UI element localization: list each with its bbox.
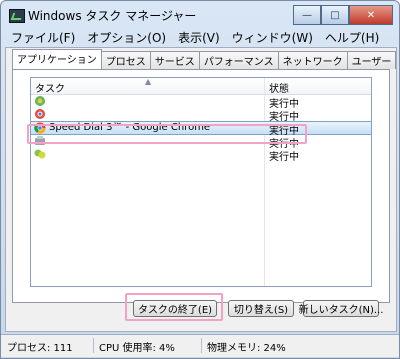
menu-view[interactable]: 表示(V)	[178, 29, 220, 47]
process-count: プロセス: 111	[7, 343, 73, 354]
list-item[interactable]: 実行中	[31, 148, 371, 163]
minimize-button[interactable]: —	[293, 5, 321, 25]
end-task-highlight	[125, 293, 223, 321]
tab-applications[interactable]: アプリケーション	[12, 49, 102, 69]
status-divider	[201, 338, 202, 353]
cpu-usage: CPU 使用率: 4%	[99, 343, 175, 354]
app-icon-1	[35, 96, 45, 106]
status-bar: プロセス: 111 CPU 使用率: 4% 物理メモリ: 24%	[1, 334, 399, 357]
applications-panel: タスク ▲ 状態 実行中 実行中 Speed Dial 3™ - Google …	[12, 69, 390, 303]
close-button[interactable]: ✕	[349, 5, 393, 25]
tab-processes[interactable]: プロセス	[100, 51, 151, 69]
maximize-button[interactable]: □	[321, 5, 349, 25]
status-divider	[93, 338, 94, 353]
tab-strip: アプリケーション プロセス サービス パフォーマンス ネットワーク ユーザー	[12, 49, 397, 69]
caption-buttons: — □ ✕	[293, 5, 393, 25]
app-icon-4	[34, 149, 46, 159]
menu-options[interactable]: オプション(O)	[87, 29, 166, 47]
title-bar[interactable]: Windows タスク マネージャー — □ ✕	[1, 1, 399, 29]
tab-network[interactable]: ネットワーク	[277, 51, 348, 69]
task-list[interactable]: タスク ▲ 状態 実行中 実行中 Speed Dial 3™ - Google …	[30, 77, 372, 287]
menu-bar: ファイル(F) オプション(O) 表示(V) ウィンドウ(W) ヘルプ(H)	[1, 29, 399, 47]
task-status: 実行中	[269, 152, 299, 163]
menu-file[interactable]: ファイル(F)	[11, 29, 75, 47]
list-item[interactable]: 実行中	[31, 108, 371, 123]
menu-window[interactable]: ウィンドウ(W)	[232, 29, 313, 47]
column-header-status[interactable]: 状態	[269, 80, 289, 95]
new-task-button[interactable]: 新しいタスク(N)...	[299, 300, 383, 317]
tab-services[interactable]: サービス	[149, 51, 200, 69]
task-manager-window: Windows タスク マネージャー — □ ✕ ファイル(F) オプション(O…	[0, 0, 400, 359]
task-manager-icon	[9, 9, 25, 23]
sort-ascending-icon: ▲	[145, 77, 152, 86]
main-content: アプリケーション プロセス サービス パフォーマンス ネットワーク ユーザー タ…	[5, 47, 397, 332]
list-item[interactable]: 実行中	[31, 95, 371, 110]
switch-to-button[interactable]: 切り替え(S)	[228, 300, 294, 317]
memory-usage: 物理メモリ: 24%	[207, 343, 286, 354]
column-header-task[interactable]: タスク	[35, 80, 65, 95]
window-title: Windows タスク マネージャー	[28, 9, 197, 23]
menu-help[interactable]: ヘルプ(H)	[325, 29, 379, 47]
tab-performance[interactable]: パフォーマンス	[198, 51, 279, 69]
selected-row-highlight	[27, 124, 307, 144]
tab-users[interactable]: ユーザー	[346, 51, 397, 69]
app-icon-2	[35, 109, 45, 119]
list-header: タスク ▲ 状態	[31, 77, 371, 95]
